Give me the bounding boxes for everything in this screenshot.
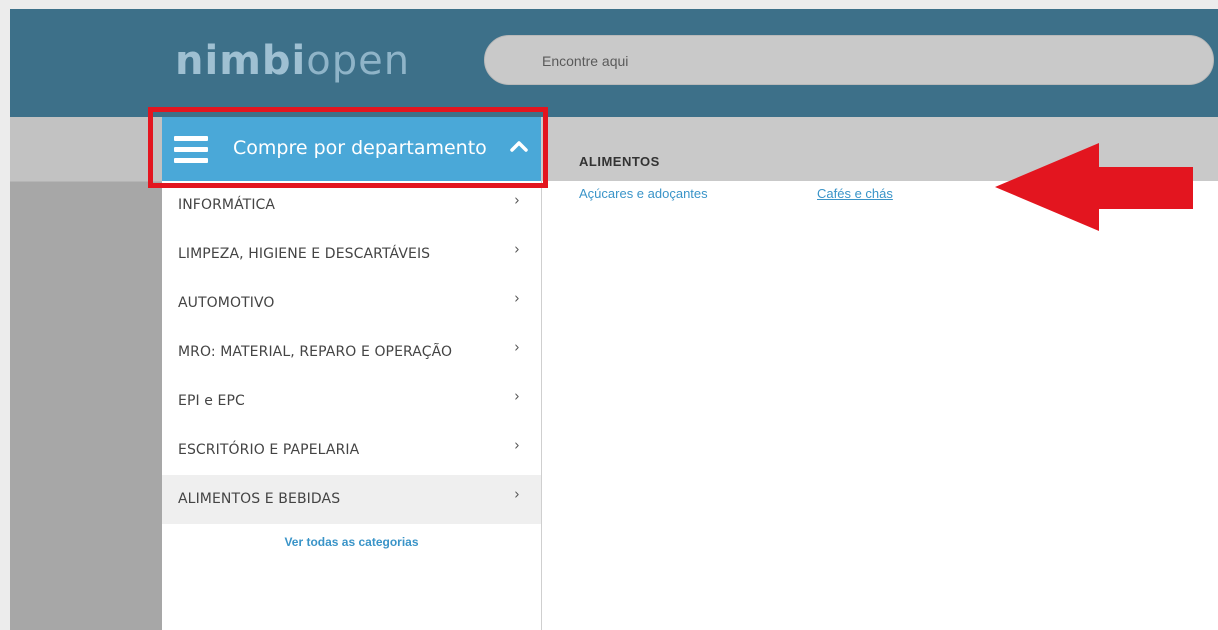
department-list: INFORMÁTICA › LIMPEZA, HIGIENE E DESCART… xyxy=(162,181,541,524)
department-menu-toggle[interactable]: Compre por departamento xyxy=(162,117,541,181)
department-item-label: ESCRITÓRIO E PAPELARIA xyxy=(178,442,360,458)
department-item-label: MRO: MATERIAL, REPARO E OPERAÇÃO xyxy=(178,344,453,360)
department-item-epi-epc[interactable]: EPI e EPC › xyxy=(162,377,541,426)
department-menu: Compre por departamento INFORMÁTICA › LI… xyxy=(162,117,542,630)
department-item-label: EPI e EPC xyxy=(178,393,245,409)
department-item-label: ALIMENTOS E BEBIDAS xyxy=(178,491,341,507)
department-item-escritorio[interactable]: ESCRITÓRIO E PAPELARIA › xyxy=(162,426,541,475)
chevron-right-icon: › xyxy=(514,289,520,307)
section-title: ALIMENTOS xyxy=(579,154,660,169)
logo-part-open: open xyxy=(306,38,411,84)
department-item-label: AUTOMOTIVO xyxy=(178,295,275,311)
logo-part-nimbi: nimbi xyxy=(175,38,307,84)
site-header: nimbiopen xyxy=(10,9,1218,117)
left-background xyxy=(10,117,162,630)
search-bar[interactable] xyxy=(484,35,1214,85)
page: nimbiopen Compre por departamento INFORM… xyxy=(10,9,1218,630)
chevron-right-icon: › xyxy=(514,436,520,454)
department-item-label: LIMPEZA, HIGIENE E DESCARTÁVEIS xyxy=(178,246,431,262)
chevron-right-icon: › xyxy=(514,191,520,209)
department-item-informatica[interactable]: INFORMÁTICA › xyxy=(162,181,541,230)
see-all-categories-link[interactable]: Ver todas as categorias xyxy=(162,535,541,549)
chevron-up-icon[interactable] xyxy=(510,139,528,153)
chevron-right-icon: › xyxy=(514,240,520,258)
department-menu-title: Compre por departamento xyxy=(233,137,487,159)
chevron-right-icon: › xyxy=(514,338,520,356)
chevron-right-icon: › xyxy=(514,387,520,405)
department-item-alimentos[interactable]: ALIMENTOS E BEBIDAS › xyxy=(162,475,541,524)
hamburger-menu-icon xyxy=(174,136,208,163)
chevron-right-icon: › xyxy=(514,485,520,503)
nimbi-logo[interactable]: nimbiopen xyxy=(175,31,410,91)
department-item-label: INFORMÁTICA xyxy=(178,197,276,213)
department-item-mro[interactable]: MRO: MATERIAL, REPARO E OPERAÇÃO › xyxy=(162,328,541,377)
left-background-top xyxy=(10,117,162,182)
subcategory-link-cafes[interactable]: Cafés e chás xyxy=(817,186,893,201)
department-item-automotivo[interactable]: AUTOMOTIVO › xyxy=(162,279,541,328)
red-left-arrow-icon xyxy=(995,143,1193,231)
department-item-limpeza[interactable]: LIMPEZA, HIGIENE E DESCARTÁVEIS › xyxy=(162,230,541,279)
subcategory-link-acucares[interactable]: Açúcares e adoçantes xyxy=(579,186,708,201)
search-input[interactable] xyxy=(540,48,1184,74)
